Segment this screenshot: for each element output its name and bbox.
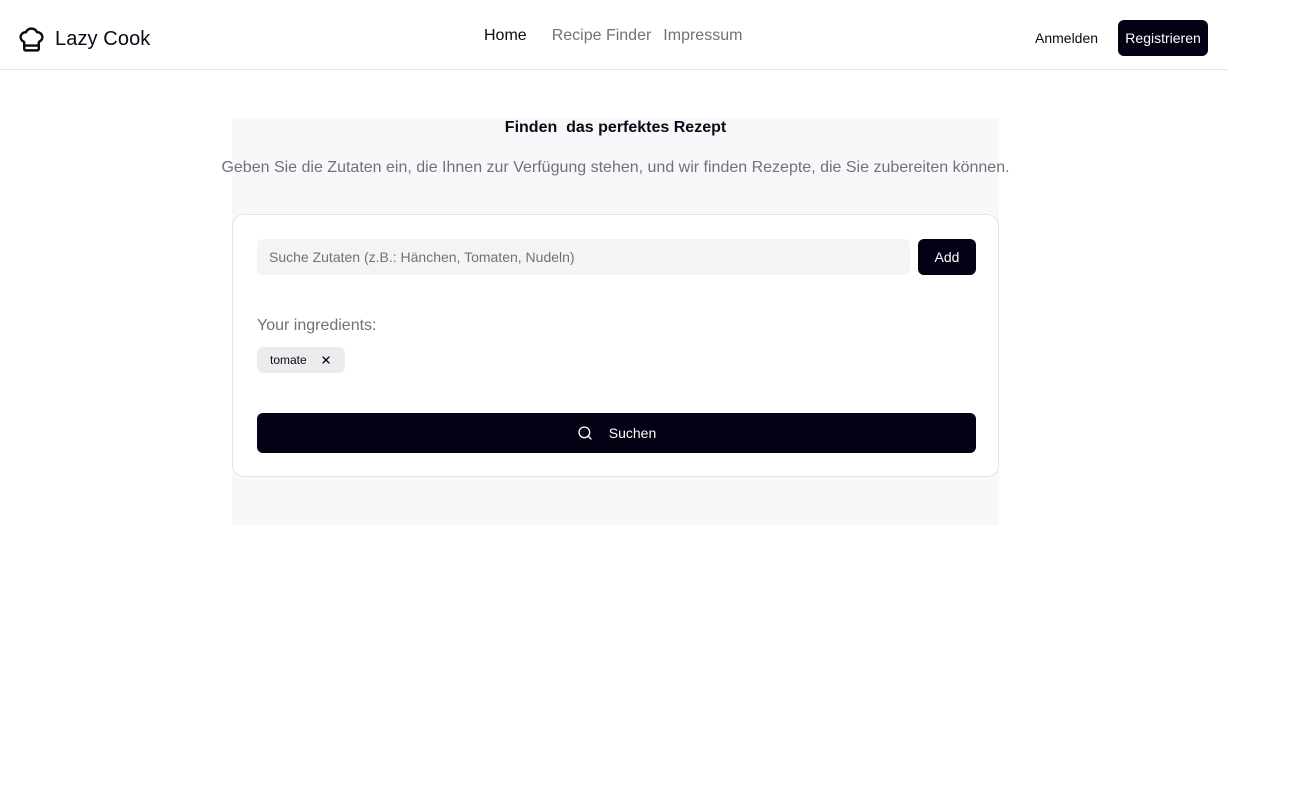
auth-actions: Anmelden Registrieren (1028, 20, 1209, 56)
close-icon[interactable] (319, 353, 333, 367)
app-name: Lazy Cook (55, 27, 151, 50)
home-logo-link[interactable]: Lazy Cook (17, 24, 150, 54)
ingredient-finder-card: Add Your ingredients: tomate Suchen (232, 214, 999, 477)
nav-link-recipe-finder[interactable]: Recipe Finder (552, 27, 652, 45)
nav-link-home[interactable]: Home (484, 27, 527, 45)
search-recipes-button[interactable]: Suchen (257, 413, 976, 453)
login-button[interactable]: Anmelden (1028, 20, 1105, 56)
top-navbar: Lazy Cook Home Recipe Finder Impressum A… (0, 0, 1228, 70)
add-ingredient-button[interactable]: Add (918, 239, 976, 275)
main-nav: Home Recipe Finder Impressum (484, 26, 742, 46)
search-icon (577, 425, 609, 441)
nav-link-impressum[interactable]: Impressum (663, 27, 742, 45)
chef-hat-icon (17, 25, 46, 54)
ingredient-chip: tomate (257, 347, 345, 373)
page-title: Finden das perfektes Rezept (504, 119, 727, 136)
register-button[interactable]: Registrieren (1118, 20, 1209, 56)
ingredient-search-input[interactable] (257, 239, 910, 275)
page-subtitle: Geben Sie die Zutaten ein, die Ihnen zur… (221, 159, 1010, 176)
ingredient-chip-label: tomate (270, 353, 307, 367)
search-button-label: Suchen (608, 425, 657, 441)
ingredients-label: Your ingredients: (257, 317, 377, 334)
